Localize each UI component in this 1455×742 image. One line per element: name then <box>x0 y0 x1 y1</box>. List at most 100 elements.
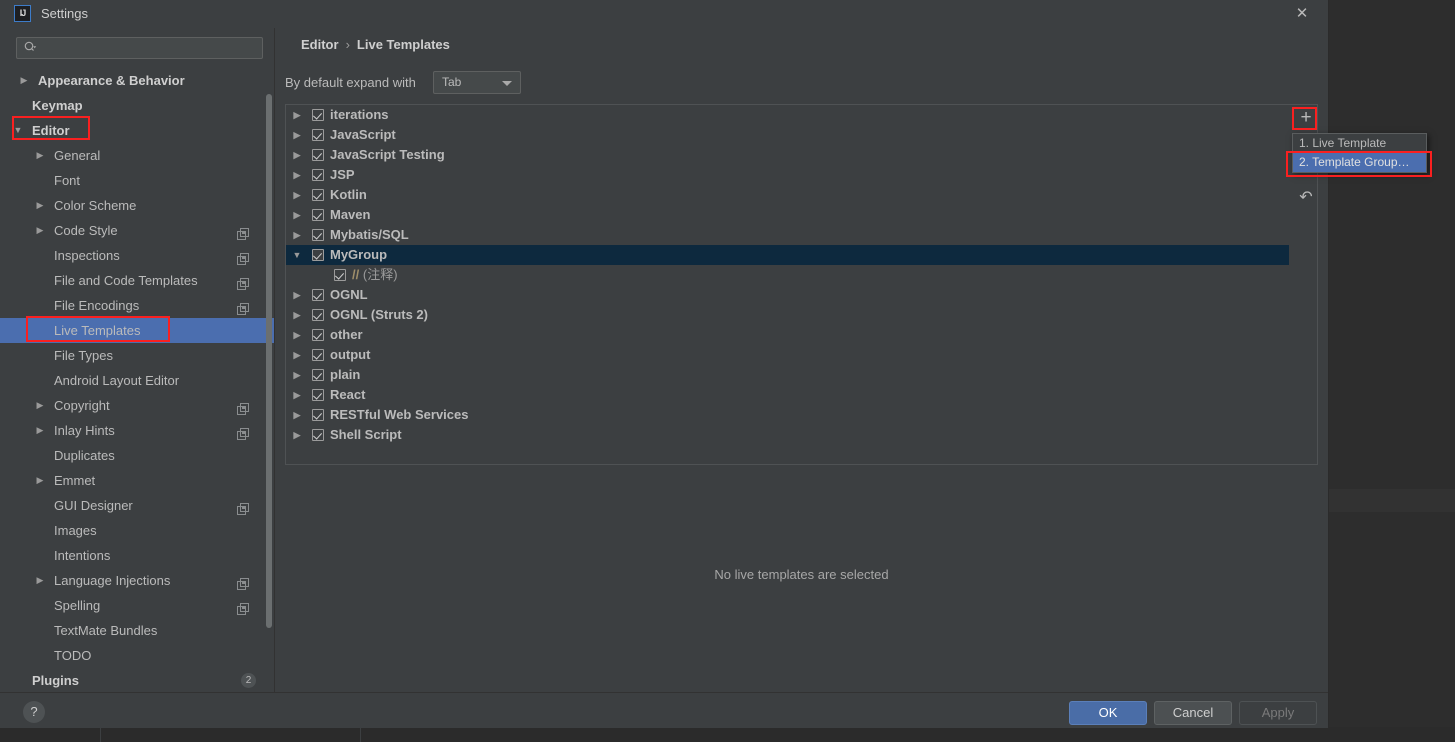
add-button[interactable]: + <box>1295 108 1317 130</box>
enabled-checkbox[interactable] <box>334 269 346 281</box>
enabled-checkbox[interactable] <box>312 129 324 141</box>
sidebar-item-textmate-bundles[interactable]: TextMate Bundles <box>0 618 274 643</box>
chevron-right-icon[interactable]: ▶ <box>291 365 303 385</box>
template-group-row[interactable]: ▶ Maven <box>286 205 1289 225</box>
template-group-row[interactable]: ▶ OGNL <box>286 285 1289 305</box>
enabled-checkbox[interactable] <box>312 369 324 381</box>
enabled-checkbox[interactable] <box>312 429 324 441</box>
chevron-right-icon[interactable]: ▶ <box>291 105 303 125</box>
expand-with-select[interactable]: Tab <box>433 71 521 94</box>
chevron-right-icon[interactable]: ▶ <box>291 425 303 445</box>
template-group-row[interactable]: ▶ Kotlin <box>286 185 1289 205</box>
sidebar-item-file-encodings[interactable]: File Encodings <box>0 293 274 318</box>
sidebar-item-android-layout-editor[interactable]: Android Layout Editor <box>0 368 274 393</box>
sidebar-item-duplicates[interactable]: Duplicates <box>0 443 274 468</box>
chevron-right-icon[interactable]: ▶ <box>291 285 303 305</box>
sidebar-scrollbar-thumb[interactable] <box>266 94 272 628</box>
template-group-row[interactable]: ▶ JavaScript <box>286 125 1289 145</box>
sidebar-item-emmet[interactable]: ▶ Emmet <box>0 468 274 493</box>
template-group-label: iterations <box>330 107 389 122</box>
template-group-row[interactable]: ▶ other <box>286 325 1289 345</box>
template-group-row[interactable]: ▶ React <box>286 385 1289 405</box>
sidebar-item-images[interactable]: Images <box>0 518 274 543</box>
enabled-checkbox[interactable] <box>312 309 324 321</box>
sidebar-item-label: Appearance & Behavior <box>38 73 185 88</box>
sidebar-item-plugins[interactable]: Plugins 2 <box>0 668 274 692</box>
sidebar-item-inlay-hints[interactable]: ▶ Inlay Hints <box>0 418 274 443</box>
sidebar-item-inspections[interactable]: Inspections <box>0 243 274 268</box>
sidebar-item-keymap[interactable]: Keymap <box>0 93 274 118</box>
template-group-row[interactable]: ▶ JSP <box>286 165 1289 185</box>
template-group-row[interactable]: ▶ RESTful Web Services <box>286 405 1289 425</box>
enabled-checkbox[interactable] <box>312 409 324 421</box>
template-row[interactable]: // (注释) <box>286 265 1289 285</box>
sidebar-item-language-injections[interactable]: ▶ Language Injections <box>0 568 274 593</box>
chevron-right-icon[interactable]: ▶ <box>34 393 46 418</box>
search-input[interactable] <box>45 39 259 59</box>
template-group-row[interactable]: ▶ JavaScript Testing <box>286 145 1289 165</box>
sidebar-item-general[interactable]: ▶ General <box>0 143 274 168</box>
sidebar-item-editor[interactable]: ▼ Editor <box>0 118 274 143</box>
chevron-right-icon[interactable]: ▶ <box>34 418 46 443</box>
chevron-right-icon[interactable]: ▶ <box>18 68 30 93</box>
enabled-checkbox[interactable] <box>312 249 324 261</box>
enabled-checkbox[interactable] <box>312 389 324 401</box>
sidebar-item-intentions[interactable]: Intentions <box>0 543 274 568</box>
sidebar-item-copyright[interactable]: ▶ Copyright <box>0 393 274 418</box>
popup-menu-item-2[interactable]: 2. Template Group… <box>1293 153 1426 172</box>
revert-arrow-icon[interactable]: ↶ <box>1295 187 1317 209</box>
chevron-down-icon[interactable]: ▼ <box>12 118 24 143</box>
sidebar-item-file-types[interactable]: File Types <box>0 343 274 368</box>
chevron-right-icon[interactable]: ▶ <box>291 305 303 325</box>
chevron-right-icon[interactable]: ▶ <box>291 125 303 145</box>
enabled-checkbox[interactable] <box>312 229 324 241</box>
enabled-checkbox[interactable] <box>312 189 324 201</box>
sidebar-item-gui-designer[interactable]: GUI Designer <box>0 493 274 518</box>
chevron-right-icon[interactable]: ▶ <box>291 225 303 245</box>
chevron-right-icon[interactable]: ▶ <box>291 385 303 405</box>
template-group-row[interactable]: ▼ MyGroup <box>286 245 1289 265</box>
sidebar-item-file-and-code-templates[interactable]: File and Code Templates <box>0 268 274 293</box>
chevron-down-icon[interactable]: ▼ <box>291 245 303 265</box>
chevron-right-icon[interactable]: ▶ <box>291 325 303 345</box>
sidebar-item-font[interactable]: Font <box>0 168 274 193</box>
enabled-checkbox[interactable] <box>312 109 324 121</box>
search-box[interactable] <box>16 37 263 59</box>
sidebar-item-color-scheme[interactable]: ▶ Color Scheme <box>0 193 274 218</box>
chevron-right-icon[interactable]: ▶ <box>291 405 303 425</box>
template-group-row[interactable]: ▶ OGNL (Struts 2) <box>286 305 1289 325</box>
sidebar-item-live-templates[interactable]: Live Templates <box>0 318 274 343</box>
template-group-row[interactable]: ▶ plain <box>286 365 1289 385</box>
chevron-right-icon[interactable]: ▶ <box>34 218 46 243</box>
chevron-right-icon[interactable]: ▶ <box>291 345 303 365</box>
enabled-checkbox[interactable] <box>312 289 324 301</box>
cancel-button[interactable]: Cancel <box>1154 701 1232 725</box>
chevron-right-icon[interactable]: ▶ <box>34 193 46 218</box>
chevron-right-icon[interactable]: ▶ <box>291 185 303 205</box>
chevron-right-icon[interactable]: ▶ <box>34 568 46 593</box>
template-group-row[interactable]: ▶ Shell Script <box>286 425 1289 445</box>
chevron-right-icon[interactable]: ▶ <box>34 468 46 493</box>
enabled-checkbox[interactable] <box>312 209 324 221</box>
enabled-checkbox[interactable] <box>312 349 324 361</box>
enabled-checkbox[interactable] <box>312 329 324 341</box>
template-group-row[interactable]: ▶ output <box>286 345 1289 365</box>
sidebar-item-appearance-behavior[interactable]: ▶ Appearance & Behavior <box>0 68 274 93</box>
close-icon[interactable]: ✕ <box>1290 4 1314 24</box>
enabled-checkbox[interactable] <box>312 149 324 161</box>
template-group-row[interactable]: ▶ Mybatis/SQL <box>286 225 1289 245</box>
sidebar-item-spelling[interactable]: Spelling <box>0 593 274 618</box>
chevron-right-icon[interactable]: ▶ <box>291 145 303 165</box>
popup-menu-item-1[interactable]: 1. Live Template <box>1293 134 1426 153</box>
ok-button[interactable]: OK <box>1069 701 1147 725</box>
chevron-right-icon[interactable]: ▶ <box>291 205 303 225</box>
enabled-checkbox[interactable] <box>312 169 324 181</box>
sidebar-item-todo[interactable]: TODO <box>0 643 274 668</box>
sidebar-item-code-style[interactable]: ▶ Code Style <box>0 218 274 243</box>
help-button[interactable]: ? <box>23 701 45 723</box>
chevron-right-icon[interactable]: ▶ <box>291 165 303 185</box>
template-group-row[interactable]: ▶ iterations <box>286 105 1289 125</box>
apply-button[interactable]: Apply <box>1239 701 1317 725</box>
breadcrumb-root[interactable]: Editor <box>301 37 339 52</box>
chevron-right-icon[interactable]: ▶ <box>34 143 46 168</box>
